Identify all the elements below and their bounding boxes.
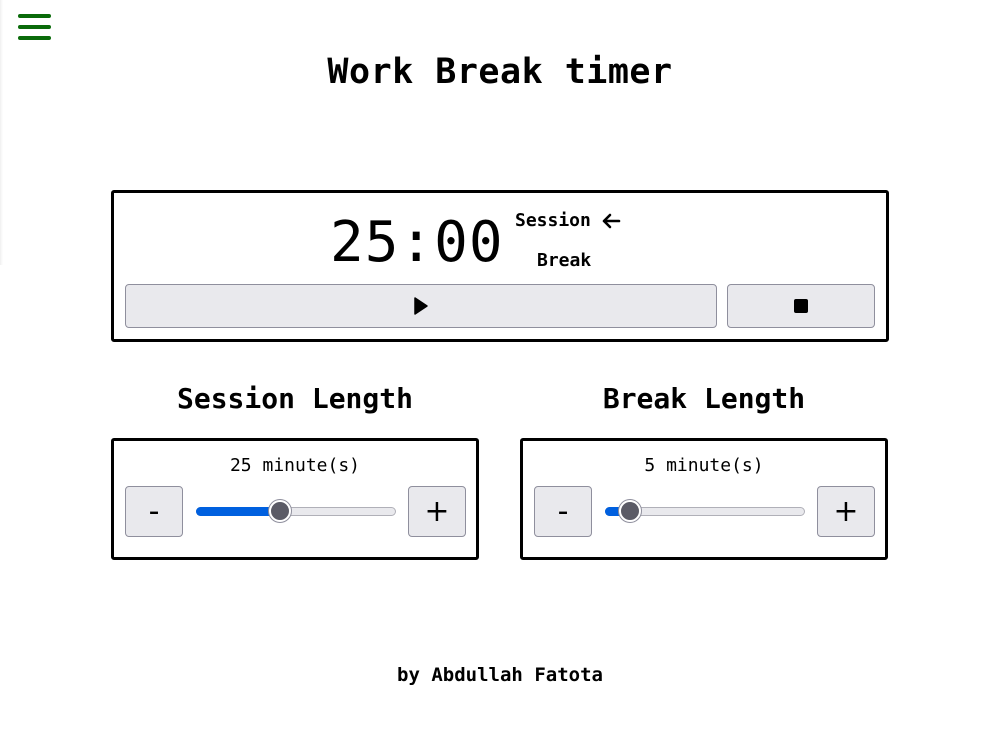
break-length-panel: 5 minute(s) - + — [520, 438, 888, 560]
stop-icon — [794, 299, 808, 313]
page: Work Break timer 25:00 Session Break Ses… — [0, 0, 1000, 750]
session-length-title: Session Length — [176, 382, 413, 415]
menu-bar-top — [18, 14, 51, 18]
side-drawer-edge — [0, 0, 3, 265]
break-slider-thumb[interactable] — [619, 500, 641, 522]
timer-panel: 25:00 Session Break — [111, 190, 889, 342]
session-length-value: 25 minute(s) — [229, 455, 361, 476]
footer-credit: by Abdullah Fatota — [397, 664, 603, 686]
break-length-value: 5 minute(s) — [644, 455, 764, 476]
play-button[interactable] — [125, 284, 717, 328]
session-length-panel: 25 minute(s) - + — [111, 438, 479, 560]
break-length-slider[interactable] — [605, 500, 805, 522]
stop-button[interactable] — [727, 284, 875, 328]
break-decrement-button[interactable]: - — [534, 486, 592, 537]
session-slider-fill — [196, 507, 279, 516]
session-length-slider[interactable] — [196, 500, 396, 522]
session-slider-thumb[interactable] — [269, 500, 291, 522]
page-title: Work Break timer — [327, 52, 673, 92]
menu-bar-bottom — [18, 36, 51, 40]
mode-session-option[interactable]: Session — [515, 210, 591, 231]
mode-break-option[interactable]: Break — [537, 250, 591, 271]
break-increment-button[interactable]: + — [817, 486, 875, 537]
menu-bar-middle — [18, 25, 51, 29]
left-arrow-icon — [601, 213, 621, 233]
session-decrement-button[interactable]: - — [125, 486, 183, 537]
hamburger-menu-icon[interactable] — [18, 14, 52, 44]
session-increment-button[interactable]: + — [408, 486, 466, 537]
break-length-title: Break Length — [602, 382, 806, 415]
timer-display: 25:00 — [330, 210, 504, 275]
play-icon — [414, 297, 428, 315]
